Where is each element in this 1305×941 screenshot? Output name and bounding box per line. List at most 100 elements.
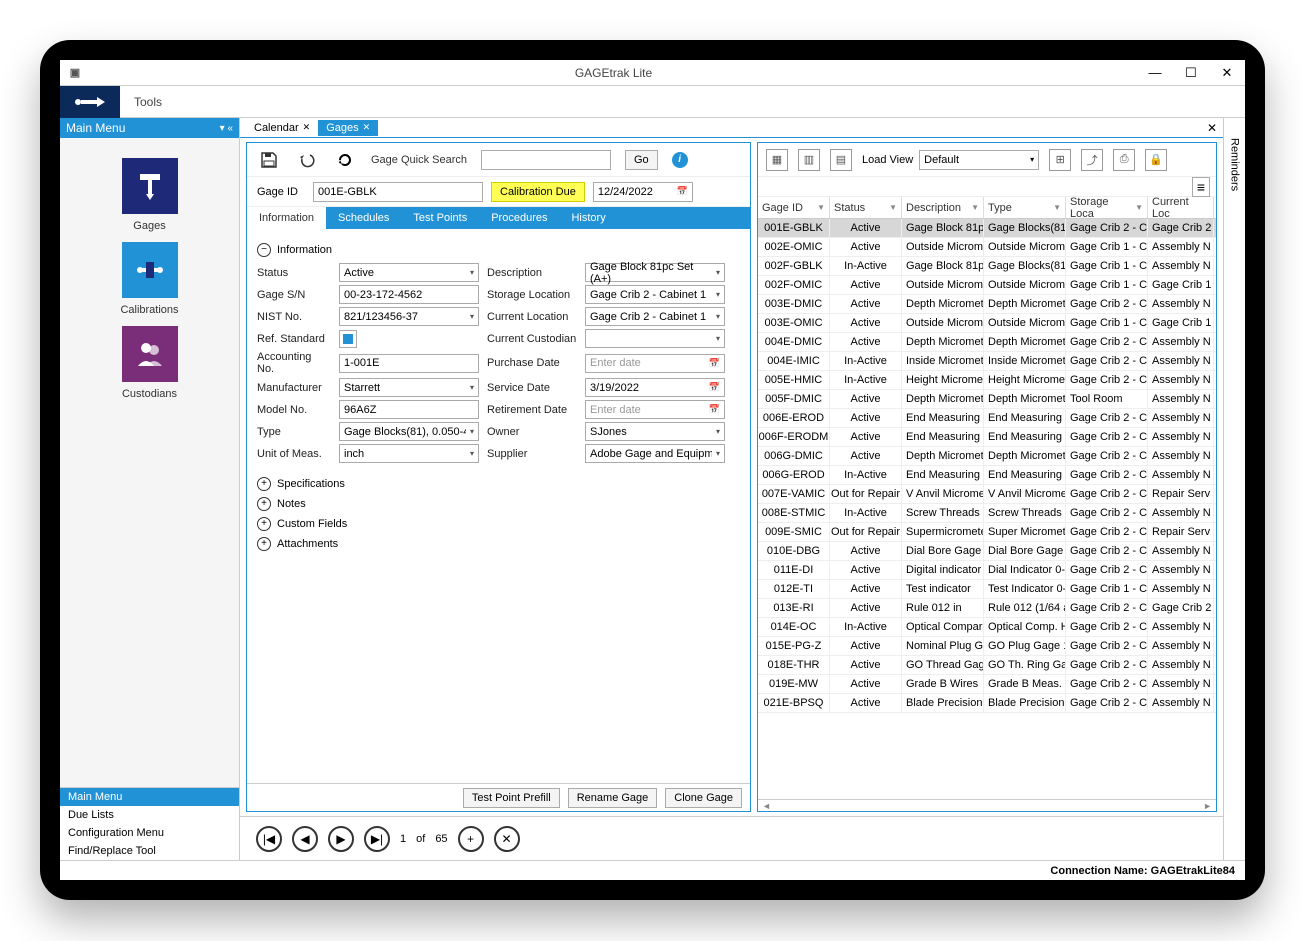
gage-id-input[interactable]	[313, 182, 483, 202]
first-record-button[interactable]: |◀	[256, 826, 282, 852]
filter-icon[interactable]: ▼	[1135, 203, 1143, 212]
tab-calendar[interactable]: Calendar ✕	[246, 120, 318, 136]
manufacturer-field[interactable]: Starrett	[339, 378, 479, 397]
delete-record-button[interactable]: ✕	[494, 826, 520, 852]
nav-find-replace[interactable]: Find/Replace Tool	[60, 842, 239, 860]
table-row[interactable]: 006E-ERODActiveEnd Measuring REnd Measur…	[758, 409, 1216, 428]
system-menu-icon[interactable]: ▣	[60, 66, 90, 79]
status-field[interactable]: Active	[339, 263, 479, 282]
subtab-schedules[interactable]: Schedules	[326, 207, 401, 229]
storage-location-field[interactable]: Gage Crib 2 - Cabinet 1	[585, 285, 725, 304]
subtab-procedures[interactable]: Procedures	[479, 207, 559, 229]
table-row[interactable]: 009E-SMICOut for RepairSupermicrometeSup…	[758, 523, 1216, 542]
grid-header-type[interactable]: Type▼	[984, 197, 1066, 218]
table-row[interactable]: 005F-DMICActiveDepth MicrometeDepth Micr…	[758, 390, 1216, 409]
table-row[interactable]: 002E-OMICActiveOutside MicromeOutside Mi…	[758, 238, 1216, 257]
current-location-field[interactable]: Gage Crib 2 - Cabinet 1	[585, 307, 725, 326]
table-row[interactable]: 015E-PG-ZActiveNominal Plug GaGO Plug Ga…	[758, 637, 1216, 656]
close-icon[interactable]: ✕	[363, 122, 371, 133]
service-date-field[interactable]: 3/19/2022	[585, 378, 725, 397]
table-row[interactable]: 008E-STMICIn-ActiveScrew Threads MScrew …	[758, 504, 1216, 523]
sidebar-item-custodians[interactable]: Custodians	[122, 326, 178, 400]
nav-due-lists[interactable]: Due Lists	[60, 806, 239, 824]
close-button[interactable]: ✕	[1209, 65, 1245, 81]
grid-header-gage-id[interactable]: Gage ID▼	[758, 197, 830, 218]
purchase-date-field[interactable]: Enter date	[585, 354, 725, 373]
export-excel-icon[interactable]: ⊞	[1049, 149, 1071, 171]
test-point-prefill-button[interactable]: Test Point Prefill	[463, 788, 560, 808]
filter-icon[interactable]: ▼	[889, 203, 897, 212]
tab-gages[interactable]: Gages ✕	[318, 120, 378, 136]
filter-icon[interactable]: ▼	[817, 203, 825, 212]
close-icon[interactable]: ✕	[303, 122, 311, 133]
nist-no-field[interactable]: 821/123456-37	[339, 307, 479, 326]
nav-main-menu[interactable]: Main Menu	[60, 788, 239, 806]
close-all-tabs-icon[interactable]: ✕	[1207, 121, 1217, 135]
retirement-date-field[interactable]: Enter date	[585, 400, 725, 419]
type-field[interactable]: Gage Blocks(81), 0.050-4.0in	[339, 422, 479, 441]
subtab-test-points[interactable]: Test Points	[401, 207, 479, 229]
current-custodian-field[interactable]	[585, 329, 725, 348]
minimize-button[interactable]: —	[1137, 65, 1173, 80]
description-field[interactable]: Gage Block 81pc Set (A+)	[585, 263, 725, 282]
info-icon[interactable]: i	[672, 152, 688, 168]
grid-menu-icon[interactable]: ≡	[1192, 177, 1210, 197]
table-row[interactable]: 014E-OCIn-ActiveOptical ComparaOptical C…	[758, 618, 1216, 637]
grid-body[interactable]: 001E-GBLKActiveGage Block 81pcGage Block…	[758, 219, 1216, 799]
grid-header-description[interactable]: Description▼	[902, 197, 984, 218]
collapse-custom-fields[interactable]: + Custom Fields	[257, 517, 740, 531]
table-row[interactable]: 002F-GBLKIn-ActiveGage Block 81pcGage Bl…	[758, 257, 1216, 276]
undo-icon[interactable]	[295, 148, 319, 172]
table-row[interactable]: 003E-OMICActiveOutside MicromeOutside Mi…	[758, 314, 1216, 333]
reminders-panel[interactable]: Reminders	[1223, 118, 1245, 860]
subtab-information[interactable]: Information	[247, 207, 326, 229]
gage-sn-field[interactable]: 00-23-172-4562	[339, 285, 479, 304]
go-button[interactable]: Go	[625, 150, 658, 170]
model-no-field[interactable]: 96A6Z	[339, 400, 479, 419]
table-row[interactable]: 006F-ERODMActiveEnd Measuring REnd Measu…	[758, 428, 1216, 447]
load-view-select[interactable]: Default▾	[919, 150, 1039, 170]
grid-h-scroll[interactable]: ◄►	[758, 799, 1216, 811]
table-row[interactable]: 018E-THRActiveGO Thread GageGO Th. Ring …	[758, 656, 1216, 675]
filter-icon[interactable]: ▼	[1053, 203, 1061, 212]
collapse-specifications[interactable]: + Specifications	[257, 477, 740, 491]
table-row[interactable]: 006G-ERODIn-ActiveEnd Measuring REnd Mea…	[758, 466, 1216, 485]
table-row[interactable]: 010E-DBGActiveDial Bore GageDial Bore Ga…	[758, 542, 1216, 561]
next-record-button[interactable]: ▶	[328, 826, 354, 852]
print-icon[interactable]: ⎙	[1113, 149, 1135, 171]
table-row[interactable]: 003E-DMICActiveDepth MicrometeDepth Micr…	[758, 295, 1216, 314]
ref-standard-checkbox[interactable]	[339, 330, 357, 348]
collapse-attachments[interactable]: + Attachments	[257, 537, 740, 551]
refresh-icon[interactable]	[333, 148, 357, 172]
table-row[interactable]: 011E-DIActiveDigital indicatorDial Indic…	[758, 561, 1216, 580]
lock-view-icon[interactable]: 🔒	[1145, 149, 1167, 171]
table-row[interactable]: 007E-VAMICOut for RepairV Anvil Micromet…	[758, 485, 1216, 504]
export-arrow-icon[interactable]: ⤴	[1081, 149, 1103, 171]
prev-record-button[interactable]: ◀	[292, 826, 318, 852]
table-row[interactable]: 019E-MWActiveGrade B WiresGrade B Meas. …	[758, 675, 1216, 694]
table-row[interactable]: 001E-GBLKActiveGage Block 81pcGage Block…	[758, 219, 1216, 238]
sidebar-item-gages[interactable]: Gages	[122, 158, 178, 232]
table-row[interactable]: 002F-OMICActiveOutside MicromeOutside Mi…	[758, 276, 1216, 295]
table-row[interactable]: 013E-RIActiveRule 012 inRule 012 (1/64 a…	[758, 599, 1216, 618]
grid-header-current-loc[interactable]: Current Loc	[1148, 197, 1214, 218]
save-icon[interactable]	[257, 148, 281, 172]
add-record-button[interactable]: +	[458, 826, 484, 852]
table-row[interactable]: 005E-HMICIn-ActiveHeight MicrometHeight …	[758, 371, 1216, 390]
sidebar-collapse-icon[interactable]: ▾ «	[220, 123, 233, 134]
grid-view-icon[interactable]: ▦	[766, 149, 788, 171]
grid-columns-icon[interactable]: ▤	[830, 149, 852, 171]
grid-layout-icon[interactable]: ▥	[798, 149, 820, 171]
table-row[interactable]: 004E-DMICActiveDepth MicrometeDepth Micr…	[758, 333, 1216, 352]
table-row[interactable]: 006G-DMICActiveDepth MicrometeDepth Micr…	[758, 447, 1216, 466]
last-record-button[interactable]: ▶|	[364, 826, 390, 852]
table-row[interactable]: 021E-BPSQActiveBlade Precision SBlade Pr…	[758, 694, 1216, 713]
grid-header-storage-loc[interactable]: Storage Loca▼	[1066, 197, 1148, 218]
supplier-field[interactable]: Adobe Gage and Equipment	[585, 444, 725, 463]
rename-gage-button[interactable]: Rename Gage	[568, 788, 658, 808]
maximize-button[interactable]: ☐	[1173, 65, 1209, 81]
clone-gage-button[interactable]: Clone Gage	[665, 788, 742, 808]
collapse-information[interactable]: − Information	[257, 243, 740, 257]
ribbon-tools[interactable]: Tools	[120, 95, 176, 109]
accounting-no-field[interactable]: 1-001E	[339, 354, 479, 373]
